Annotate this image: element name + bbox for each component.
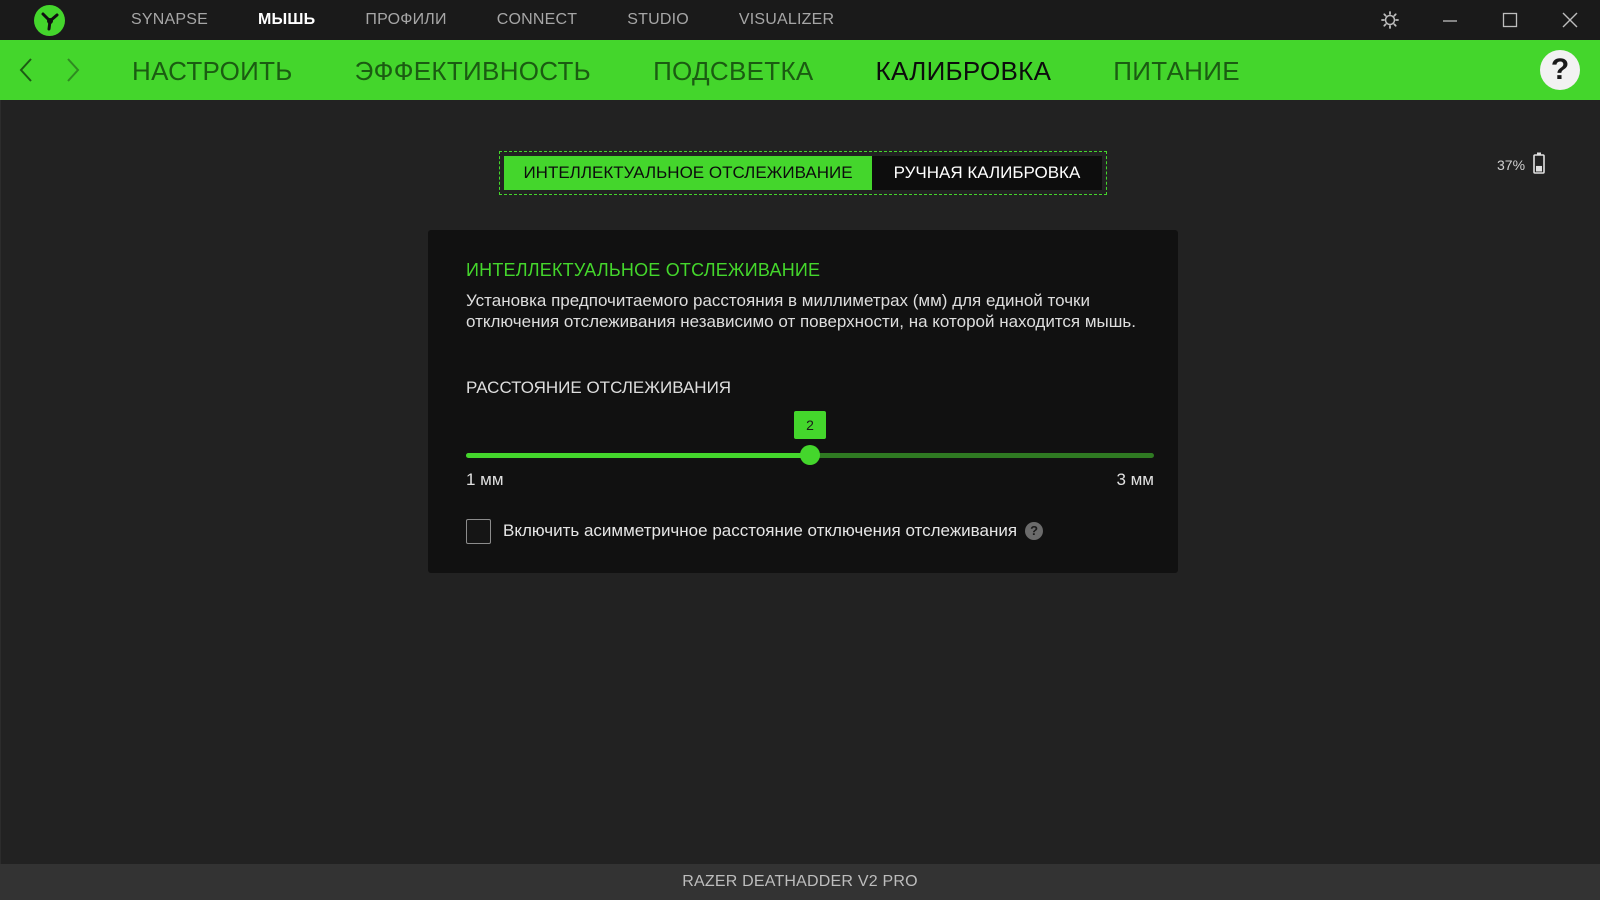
main-nav: SYNAPSE МЫШЬ ПРОФИЛИ CONNECT STUDIO VISU… <box>106 0 859 40</box>
back-arrow-icon[interactable] <box>10 54 42 86</box>
tab-power[interactable]: ПИТАНИЕ <box>1091 40 1262 100</box>
slider-min-label: 1 мм <box>466 470 504 489</box>
nav-item-profiles[interactable]: ПРОФИЛИ <box>340 0 471 40</box>
device-sub-nav: НАСТРОИТЬ ЭФФЕКТИВНОСТЬ ПОДСВЕТКА КАЛИБР… <box>0 40 1600 100</box>
window-controls <box>1360 0 1600 40</box>
slider-fill <box>466 453 810 458</box>
tab-performance[interactable]: ЭФФЕКТИВНОСТЬ <box>333 40 613 100</box>
help-question-icon[interactable]: ? <box>1025 522 1044 540</box>
battery-icon <box>1533 152 1545 179</box>
sub-tabs: НАСТРОИТЬ ЭФФЕКТИВНОСТЬ ПОДСВЕТКА КАЛИБР… <box>110 40 1280 100</box>
panel-title: ИНТЕЛЛЕКТУАЛЬНОЕ ОТСЛЕЖИВАНИЕ <box>466 260 821 280</box>
nav-item-connect[interactable]: CONNECT <box>472 0 603 40</box>
slider-max-label: 3 мм <box>1116 470 1154 489</box>
asymmetric-lod-checkbox[interactable] <box>466 518 491 544</box>
tracking-distance-label: РАССТОЯНИЕ ОТСЛЕЖИВАНИЯ <box>466 378 732 397</box>
razer-logo-icon[interactable] <box>34 5 65 36</box>
asymmetric-lod-label[interactable]: Включить асимметричное расстояние отключ… <box>503 521 1017 541</box>
help-icon[interactable]: ? <box>1540 50 1580 90</box>
window-border <box>0 100 1 864</box>
slider-value-bubble: 2 <box>794 411 826 439</box>
manual-calibration-option[interactable]: РУЧНАЯ КАЛИБРОВКА <box>872 156 1102 190</box>
tab-customize[interactable]: НАСТРОИТЬ <box>110 40 315 100</box>
panel-description: Установка предпочитаемого расстояния в м… <box>466 291 1136 331</box>
tracking-distance-slider[interactable]: 2 1 мм 3 мм <box>466 408 1154 489</box>
nav-item-synapse[interactable]: SYNAPSE <box>106 0 233 40</box>
device-name-footer: RAZER DEATHADDER V2 PRO <box>0 864 1600 900</box>
tab-lighting[interactable]: ПОДСВЕТКА <box>631 40 835 100</box>
battery-status: 37% <box>1497 152 1545 179</box>
nav-item-studio[interactable]: STUDIO <box>602 0 714 40</box>
minimize-icon[interactable] <box>1420 0 1480 40</box>
close-icon[interactable] <box>1540 0 1600 40</box>
tab-calibration[interactable]: КАЛИБРОВКА <box>854 40 1074 100</box>
smart-tracking-panel: ИНТЕЛЛЕКТУАЛЬНОЕ ОТСЛЕЖИВАНИЕ Установка … <box>428 230 1178 573</box>
calibration-mode-toggle: ИНТЕЛЛЕКТУАЛЬНОЕ ОТСЛЕЖИВАНИЕ РУЧНАЯ КАЛ… <box>499 151 1107 195</box>
slider-thumb[interactable] <box>800 445 820 465</box>
smart-tracking-option[interactable]: ИНТЕЛЛЕКТУАЛЬНОЕ ОТСЛЕЖИВАНИЕ <box>504 156 872 190</box>
maximize-icon[interactable] <box>1480 0 1540 40</box>
battery-percent: 37% <box>1497 157 1526 173</box>
settings-gear-icon[interactable] <box>1360 0 1420 40</box>
nav-item-mouse[interactable]: МЫШЬ <box>233 0 340 40</box>
nav-item-visualizer[interactable]: VISUALIZER <box>714 0 859 40</box>
forward-arrow-icon[interactable] <box>57 54 89 86</box>
title-bar: SYNAPSE МЫШЬ ПРОФИЛИ CONNECT STUDIO VISU… <box>0 0 1600 40</box>
asymmetric-lod-row: Включить асимметричное расстояние отключ… <box>466 518 1044 544</box>
